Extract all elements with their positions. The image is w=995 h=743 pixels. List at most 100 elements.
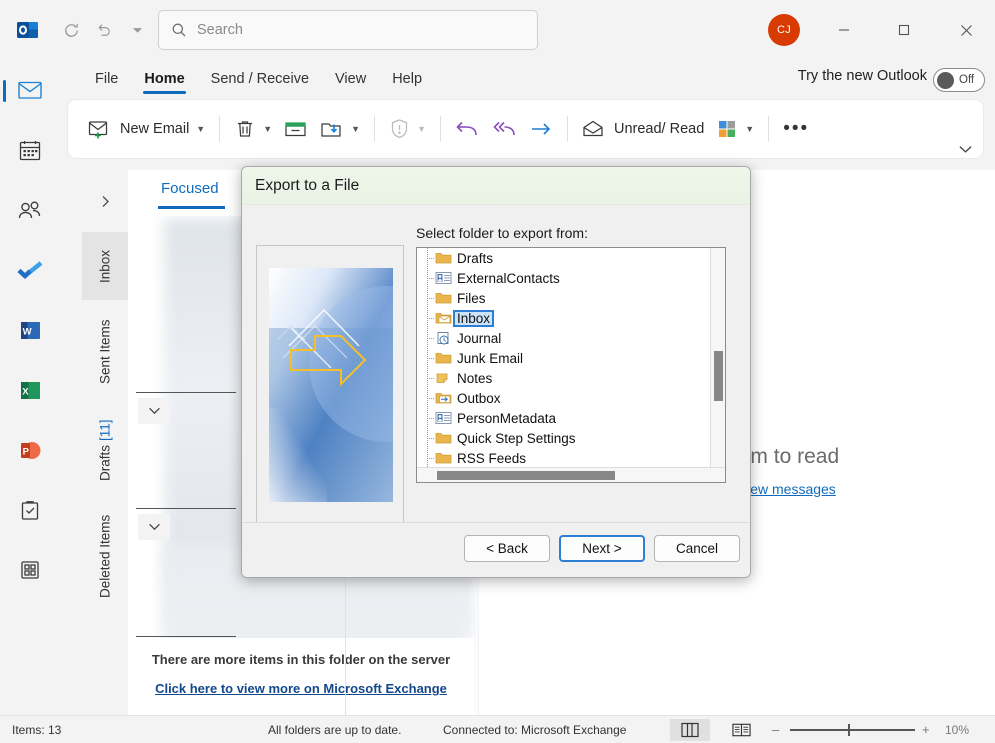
reading-view-button[interactable] [724,719,758,741]
tab-view[interactable]: View [322,66,379,95]
search-box[interactable] [158,10,538,50]
folder-strip-item-drafts[interactable]: Drafts [11] [82,404,128,496]
move-to-button[interactable]: ▼ [314,110,366,148]
tree-item-label: Notes [457,371,492,386]
next-button[interactable]: Next > [559,535,645,562]
tree-item-externalcontacts[interactable]: ExternalContacts [417,268,711,288]
status-items-count: Items: 13 [12,723,61,737]
rail-item-mail[interactable] [12,72,48,108]
tree-item-inbox[interactable]: Inbox [417,308,711,328]
chevron-down-icon[interactable]: ▼ [745,124,754,134]
new-email-button[interactable]: New Email ▼ [82,110,211,148]
tree-horizontal-thumb[interactable] [437,471,615,480]
archive-icon [284,119,308,139]
view-more-exchange-link[interactable]: Click here to view more on Microsoft Exc… [155,681,447,696]
reply-all-button[interactable] [485,110,523,148]
tree-item-drafts[interactable]: Drafts [417,248,711,268]
undo-icon[interactable] [90,17,116,43]
group-collapse-1[interactable] [138,398,170,424]
archive-button[interactable] [278,110,314,148]
rail-item-powerpoint[interactable]: P [12,432,48,468]
rail-item-todo[interactable] [12,252,48,288]
cancel-button[interactable]: Cancel [654,535,740,562]
folder-strip-item-sent-items[interactable]: Sent Items [82,300,128,404]
tab-file[interactable]: File [82,66,131,95]
avatar[interactable]: CJ [768,14,800,46]
zoom-level-label: 10% [945,723,969,737]
try-new-outlook-toggle[interactable]: Off [933,68,985,92]
tree-item-files[interactable]: Files [417,288,711,308]
chevron-down-icon[interactable] [124,17,150,43]
tab-help[interactable]: Help [379,66,435,95]
more-items-banner: There are more items in this folder on t… [128,638,474,718]
rail-item-word[interactable]: W [12,312,48,348]
chevron-down-icon[interactable]: ▼ [263,124,272,134]
export-wizard-illustration [269,268,393,502]
back-button[interactable]: < Back [464,535,550,562]
close-button[interactable] [943,10,989,50]
zoom-out-button[interactable]: – [772,722,779,737]
folder-tree-box[interactable]: Drafts ExternalContacts [416,247,726,483]
more-commands-button[interactable]: ••• [777,110,815,148]
search-icon [171,22,187,38]
group-divider [136,508,236,509]
delete-button[interactable]: ▼ [228,110,278,148]
zoom-slider-track[interactable] [790,729,915,731]
more-items-text: There are more items in this folder on t… [128,652,474,667]
chevron-down-icon[interactable]: ▼ [417,124,426,134]
forward-button[interactable] [523,110,559,148]
refresh-icon[interactable] [58,17,84,43]
maximize-button[interactable] [881,10,927,50]
dialog-body: Select folder to export from: Drafts [242,205,750,523]
tree-vertical-thumb[interactable] [714,351,723,401]
tree-item-outbox[interactable]: Outbox [417,388,711,408]
divider [374,116,375,142]
status-connection-text: Connected to: Microsoft Exchange [443,723,626,737]
tab-send-receive[interactable]: Send / Receive [198,66,322,95]
tree-vertical-scrollbar[interactable] [710,248,725,468]
minimize-button[interactable] [821,10,867,50]
categorize-button[interactable]: ▼ [710,110,760,148]
tree-item-journal[interactable]: Journal [417,328,711,348]
tree-item-junk-email[interactable]: Junk Email [417,348,711,368]
tree-horizontal-scrollbar[interactable] [417,467,726,482]
folder-strip-item-deleted-items[interactable]: Deleted Items [82,496,128,616]
tab-focused[interactable]: Focused [161,180,219,197]
status-bar: Items: 13 All folders are up to date. Co… [0,715,995,743]
tree-item-label: Files [457,291,486,306]
tree-item-quick-step-settings[interactable]: Quick Step Settings [417,428,711,448]
tab-home[interactable]: Home [131,66,197,95]
zoom-in-button[interactable]: + [922,722,930,737]
tree-item-notes[interactable]: Notes [417,368,711,388]
unread-read-button[interactable]: Unread/ Read [576,110,710,148]
chevron-down-icon[interactable]: ▼ [196,124,205,134]
normal-view-button[interactable] [670,719,710,741]
chevron-down-icon[interactable]: ▼ [351,124,360,134]
tree-item-personmetadata[interactable]: PersonMetadata [417,408,711,428]
tree-item-label: Drafts [457,251,493,266]
search-input[interactable] [197,22,497,38]
zoom-slider-handle[interactable] [848,724,850,736]
outlook-window: CJ File Home Send / Receive View Help Tr… [0,0,995,743]
tree-item-rss-feeds[interactable]: RSS Feeds [417,448,711,468]
ellipsis-icon: ••• [783,118,809,140]
rail-item-calendar[interactable] [12,132,48,168]
export-to-file-dialog: Export to a File [241,166,751,578]
new-email-label: New Email [120,121,189,137]
folder-strip-label: Drafts [98,445,113,481]
folder-tree[interactable]: Drafts ExternalContacts [417,248,711,468]
expand-folder-pane-button[interactable] [82,185,128,217]
rail-item-apps[interactable] [12,552,48,588]
rail-item-excel[interactable]: X [12,372,48,408]
junk-button[interactable]: ▼ [383,110,432,148]
collapse-ribbon-button[interactable] [958,144,973,154]
shield-junk-icon [389,118,410,140]
outlook-logo [16,18,40,42]
rail-item-people[interactable] [12,192,48,228]
group-collapse-2[interactable] [138,514,170,540]
folder-strip-item-inbox[interactable]: Inbox [82,232,128,300]
ribbon-bar: New Email ▼ ▼ [68,100,983,158]
reply-button[interactable] [449,110,485,148]
folder-icon [435,351,452,365]
rail-item-tasks[interactable] [12,492,48,528]
